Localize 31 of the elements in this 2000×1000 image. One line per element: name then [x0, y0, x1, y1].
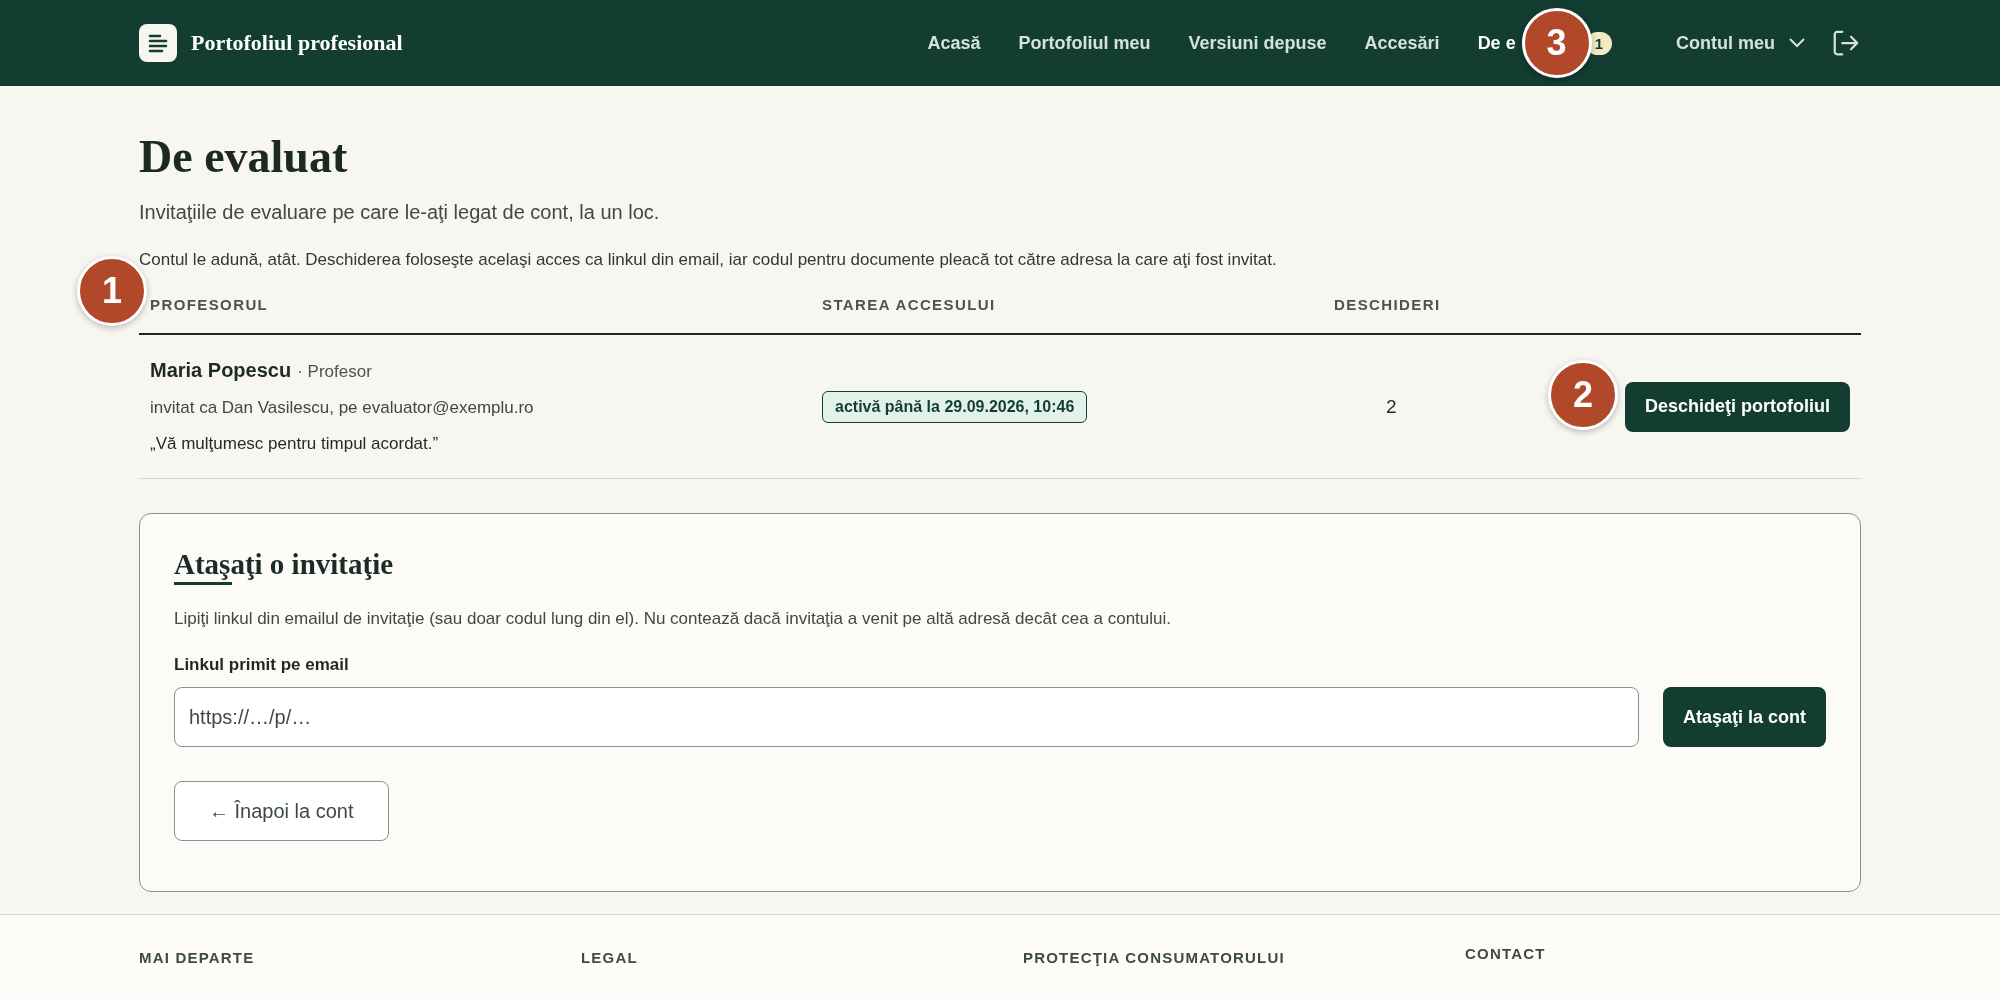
page-note: Contul le adună, atât. Deschiderea foloseşte acelaşi acces ca linkul din email, iar codul pentru documente pleacă tot către adresa la care aţi fost invitat.: [139, 250, 1278, 270]
nav-link[interactable]: De e: [1477, 32, 1516, 54]
invitation-message: „Vă mulţumesc pentru timpul acordat.”: [150, 434, 440, 454]
nav-link[interactable]: Accesări: [1364, 32, 1440, 54]
open-portfolio-button[interactable]: Deschideţi portofoliul: [1625, 381, 1850, 432]
card-description: Lipiţi linkul din emailul de invitaţie (sau doar codul lung din el). Nu contează dacă invitaţia a venit pe altă adresă decât cea a contului.: [174, 609, 1172, 629]
nav-link[interactable]: Portofoliul meu: [1018, 32, 1151, 54]
column-header: PROFESORUL: [150, 296, 270, 313]
opens-count: 2: [1385, 395, 1398, 418]
annotation-marker: 3: [1521, 7, 1592, 78]
invitation-details: invitat ca Dan Vasilescu, pe evaluator@exemplu.ro: [150, 398, 535, 418]
page-title: De evaluat: [139, 130, 349, 183]
footer-heading: PROTECŢIA CONSUMATORULUI: [1023, 949, 1286, 966]
footer-heading: MAI DEPARTE: [139, 949, 256, 966]
page-subtitle: Invitaţiile de evaluare pe care le-aţi legat de cont, la un loc.: [139, 201, 661, 224]
account-menu[interactable]: Contul meu: [1670, 31, 1811, 55]
access-status: activă până la 29.09.2026, 10:46: [822, 390, 1088, 423]
nav-link[interactable]: Versiuni depuse: [1188, 32, 1327, 54]
nav-link[interactable]: Acasă: [927, 32, 981, 54]
column-header: DESCHIDERI: [1334, 296, 1442, 313]
footer-heading: CONTACT: [1465, 945, 1547, 962]
column-header: STAREA ACCESULUI: [822, 296, 997, 313]
teacher-name: Maria Popescu: [150, 359, 292, 382]
back-button[interactable]: ← Înapoi la cont: [174, 781, 389, 841]
field-label: Linkul primit pe email: [174, 655, 350, 675]
attach-button[interactable]: Ataşaţi la cont: [1662, 687, 1826, 747]
teacher-role: · Profesor: [297, 362, 372, 382]
annotation-marker: 2: [1548, 359, 1618, 430]
brand-title: Portofoliul profesional: [191, 30, 403, 56]
footer-heading: LEGAL: [581, 949, 639, 966]
link-input-field[interactable]: https://…/p/…: [174, 687, 1639, 747]
